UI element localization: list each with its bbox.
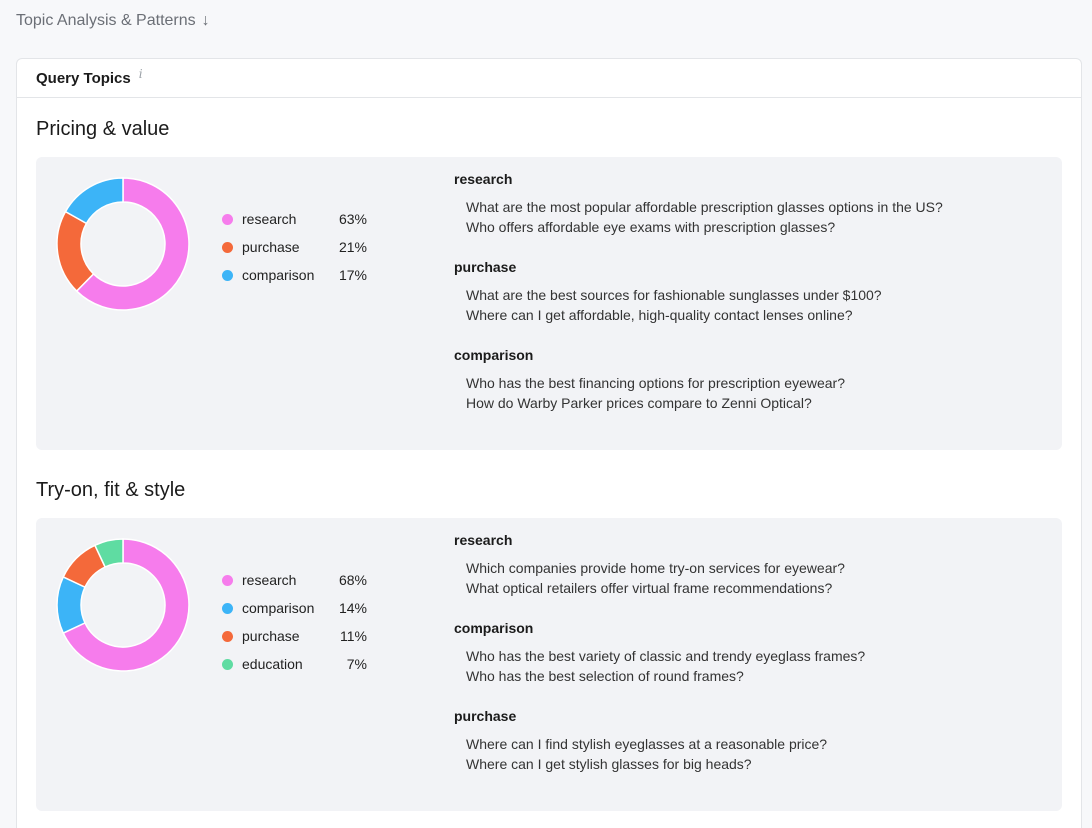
legend-dot-icon: [222, 574, 233, 586]
legend-dot-icon: [222, 241, 233, 253]
section-header-title: Topic Analysis & Patterns: [16, 12, 196, 29]
query-group-title: research: [454, 532, 513, 548]
legend-label: comparison: [242, 600, 315, 616]
topic-panel: research 68% comparison 14% purchase 11% educa…: [36, 518, 1062, 811]
legend-label: research: [242, 572, 297, 588]
legend-label: purchase: [242, 239, 300, 255]
legend-dot-icon: [222, 658, 233, 670]
query-group: research What are the most popular afford…: [454, 171, 1044, 237]
legend-item: research 63%: [222, 205, 372, 233]
query-group: research Which companies provide home try…: [454, 532, 1044, 598]
legend-dot-icon: [222, 269, 233, 281]
query-topics-card: Query Topics i Pricing & value research 63…: [16, 58, 1082, 828]
query-item: What are the most popular affordable pre…: [466, 199, 943, 215]
query-item: Who offers affordable eye exams with pre…: [466, 219, 836, 235]
topic-panel: research 63% purchase 21% comparison 17% resea…: [36, 157, 1062, 450]
legend-item: purchase 21%: [222, 233, 372, 261]
legend-label: purchase: [242, 628, 300, 644]
legend-label: comparison: [242, 267, 315, 283]
query-item: What are the best sources for fashionabl…: [466, 287, 882, 303]
legend-dot-icon: [222, 213, 233, 225]
legend-item: purchase 11%: [222, 622, 372, 650]
chart-legend: research 63% purchase 21% comparison 17%: [222, 205, 372, 289]
legend-percent: 21%: [338, 239, 367, 255]
query-item: Who has the best financing options for p…: [466, 375, 845, 391]
intent-donut-chart: [56, 177, 190, 311]
topic-section: Pricing & value research 63% purchase 21% com…: [36, 118, 1062, 450]
query-group-title: purchase: [454, 708, 517, 724]
legend-percent: 7%: [346, 656, 367, 672]
legend-item: research 68%: [222, 566, 372, 594]
query-group-title: comparison: [454, 347, 534, 363]
legend-label: research: [242, 211, 297, 227]
info-icon[interactable]: i: [139, 67, 143, 81]
legend-percent: 11%: [340, 628, 367, 644]
query-item: Where can I get affordable, high-quality…: [466, 307, 853, 323]
query-item: Who has the best variety of classic and …: [466, 648, 866, 664]
card-header: Query Topics i: [17, 59, 1081, 98]
query-item: Who has the best selection of round fram…: [466, 668, 744, 684]
topic-section: Try-on, fit & style research 68% comparison…: [36, 479, 1062, 811]
topic-title: Pricing & value: [36, 118, 170, 140]
legend-percent: 63%: [338, 211, 367, 227]
query-group: purchase What are the best sources for fa…: [454, 259, 1044, 325]
query-group: comparison Who has the best financing opt…: [454, 347, 1044, 413]
query-item: How do Warby Parker prices compare to Ze…: [466, 395, 812, 411]
card-title: Query Topics: [36, 69, 131, 87]
donut-slice-comparison[interactable]: [64, 177, 124, 225]
legend-dot-icon: [222, 602, 233, 614]
topic-title: Try-on, fit & style: [36, 479, 186, 501]
legend-percent: 68%: [338, 572, 367, 588]
legend-percent: 17%: [338, 267, 367, 283]
query-item: Where can I get stylish glasses for big …: [466, 756, 752, 772]
donut-slice-purchase[interactable]: [56, 210, 95, 293]
query-item: What optical retailers offer virtual fra…: [466, 580, 833, 596]
query-item: Where can I find stylish eyeglasses at a…: [466, 736, 828, 752]
legend-item: education 7%: [222, 650, 372, 678]
query-group-title: comparison: [454, 620, 534, 636]
legend-item: comparison 14%: [222, 594, 372, 622]
legend-label: education: [242, 656, 303, 672]
legend-dot-icon: [222, 630, 233, 642]
legend-item: comparison 17%: [222, 261, 372, 289]
query-item: Which companies provide home try-on serv…: [466, 560, 845, 576]
arrow-down-icon[interactable]: ↓: [202, 12, 210, 30]
query-group-title: research: [454, 171, 513, 187]
query-group: purchase Where can I find stylish eyeglas…: [454, 708, 1044, 774]
query-groups: research Which companies provide home try…: [454, 532, 1044, 796]
intent-donut-chart: [56, 538, 190, 672]
query-group-title: purchase: [454, 259, 517, 275]
legend-percent: 14%: [338, 600, 367, 616]
chart-legend: research 68% comparison 14% purchase 11% educa…: [222, 566, 372, 678]
section-header[interactable]: Topic Analysis & Patterns ↓: [16, 12, 210, 30]
query-group: comparison Who has the best variety of cl…: [454, 620, 1044, 686]
query-groups: research What are the most popular afford…: [454, 171, 1044, 435]
